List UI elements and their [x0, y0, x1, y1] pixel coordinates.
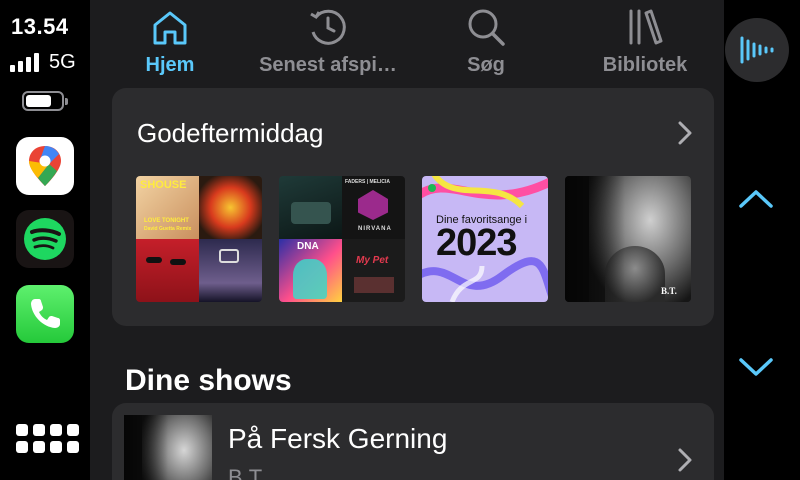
- network-type: 5G: [49, 51, 76, 73]
- album-text: DNA: [297, 241, 319, 252]
- home-icon: [150, 2, 190, 52]
- spotify-app-button[interactable]: [16, 210, 74, 268]
- scroll-up-button[interactable]: [738, 188, 774, 215]
- show-artwork: [124, 415, 212, 480]
- app-grid-button[interactable]: [16, 424, 79, 453]
- spotify-icon: [24, 218, 66, 260]
- spotify-main-view: Hjem Senest afspi… Søg Bibliotek Godefte…: [90, 0, 724, 480]
- album-text: LOVE TONIGHT: [144, 218, 189, 224]
- tab-recently-played-label: Senest afspi…: [259, 54, 397, 76]
- chevron-right-icon: [676, 447, 694, 478]
- shelf-item-mix-2[interactable]: FADERS | MELICIA NIRVANA DNA My Pet: [279, 176, 405, 302]
- shelf-items: SHOUSE LOVE TONIGHT David Guetta Remix F…: [136, 176, 691, 302]
- album-text: David Guetta Remix: [144, 226, 192, 232]
- album-text: NIRVANA: [358, 226, 392, 232]
- carplay-dock: 13.54 5G: [0, 0, 90, 480]
- podcast-logo-text: B.T.: [661, 286, 677, 296]
- shelf-card: Godeftermiddag SHOUSE LOVE TONIGHT David…: [112, 88, 714, 326]
- show-subtitle: B.T.: [228, 465, 266, 480]
- tab-search[interactable]: Søg: [446, 0, 526, 88]
- signal-strength-icon: [10, 52, 39, 72]
- library-icon: [625, 2, 665, 52]
- tab-library-label: Bibliotek: [602, 54, 688, 76]
- tab-bar: Hjem Senest afspi… Søg Bibliotek: [90, 0, 724, 88]
- tab-search-label: Søg: [467, 54, 505, 76]
- tab-library[interactable]: Bibliotek: [590, 0, 700, 88]
- chevron-right-icon[interactable]: [676, 120, 694, 151]
- right-controls: [724, 0, 800, 480]
- google-maps-app-button[interactable]: [16, 137, 74, 195]
- album-text: FADERS | MELICIA: [345, 179, 391, 185]
- history-clock-icon: [307, 2, 349, 52]
- album-text: SHOUSE: [140, 179, 187, 191]
- show-title: På Fersk Gerning: [228, 423, 448, 454]
- chevron-up-icon: [739, 190, 773, 208]
- shelf-item-wrapped-playlist[interactable]: Dine favoritsange i 2023: [422, 176, 548, 302]
- phone-icon: [31, 299, 60, 328]
- battery-icon: [22, 91, 68, 111]
- chevron-down-icon: [739, 358, 773, 376]
- search-icon: [465, 2, 507, 52]
- shelf-item-mix-1[interactable]: SHOUSE LOVE TONIGHT David Guetta Remix: [136, 176, 262, 302]
- tab-home-label: Hjem: [145, 54, 195, 76]
- playlist-year: 2023: [436, 222, 518, 264]
- tab-home[interactable]: Hjem: [130, 0, 210, 88]
- shelf-title[interactable]: Godeftermiddag: [137, 118, 323, 149]
- scroll-down-button[interactable]: [738, 356, 774, 383]
- phone-app-button[interactable]: [16, 285, 74, 343]
- shelf-item-podcast[interactable]: B.T.: [565, 176, 691, 302]
- status-time: 13.54: [11, 14, 69, 39]
- google-maps-icon: [29, 146, 61, 186]
- album-text: My Pet: [356, 255, 389, 266]
- audio-waveform-icon: [740, 36, 774, 64]
- now-playing-button[interactable]: [725, 18, 789, 82]
- shows-section-title: Dine shows: [125, 364, 292, 397]
- show-row[interactable]: På Fersk Gerning B.T.: [112, 403, 714, 480]
- tab-recently-played[interactable]: Senest afspi…: [250, 0, 406, 88]
